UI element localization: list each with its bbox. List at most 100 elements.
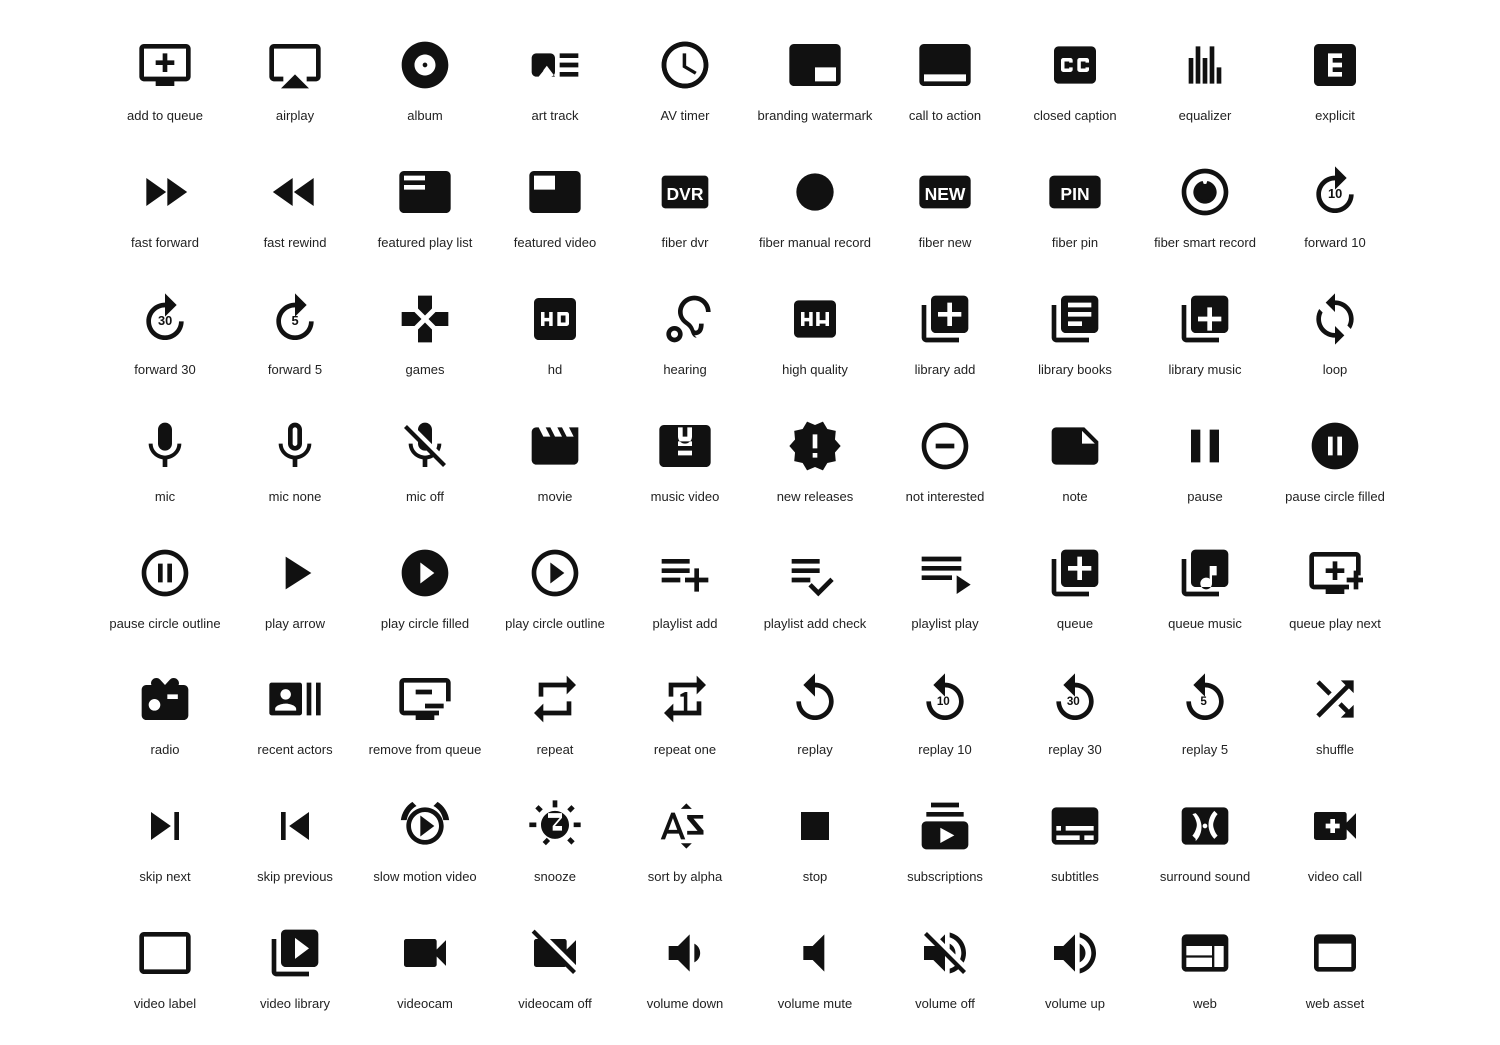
- icon-cell-av-timer: AV timer: [620, 20, 750, 137]
- icon-cell-repeat: repeat: [490, 654, 620, 771]
- note-icon: [1040, 411, 1110, 481]
- mic-off-icon: [390, 411, 460, 481]
- icon-cell-queue-music: queue music: [1140, 528, 1270, 645]
- mic-label: mic: [155, 489, 175, 506]
- icon-cell-games: games: [360, 274, 490, 391]
- icon-cell-video-label: video label: [100, 908, 230, 1025]
- slow-motion-video-label: slow motion video: [373, 869, 476, 886]
- equalizer-icon: [1170, 30, 1240, 100]
- forward-10-label: forward 10: [1304, 235, 1365, 252]
- playlist-add-label: playlist add: [652, 616, 717, 633]
- icon-cell-add-to-queue: add to queue: [100, 20, 230, 137]
- play-circle-outline-icon: [520, 538, 590, 608]
- fiber-manual-record-icon: [780, 157, 850, 227]
- svg-text:10: 10: [1328, 186, 1342, 201]
- icon-cell-hearing: hearing: [620, 274, 750, 391]
- hearing-label: hearing: [663, 362, 706, 379]
- icon-cell-closed-caption: closed caption: [1010, 20, 1140, 137]
- icon-cell-fast-rewind: fast rewind: [230, 147, 360, 264]
- volume-off-label: volume off: [915, 996, 975, 1013]
- replay-label: replay: [797, 742, 832, 759]
- art-track-label: art track: [532, 108, 579, 125]
- high-quality-icon: [780, 284, 850, 354]
- icon-cell-mic-off: mic off: [360, 401, 490, 518]
- fiber-new-label: fiber new: [919, 235, 972, 252]
- web-label: web: [1193, 996, 1217, 1013]
- radio-icon: [130, 664, 200, 734]
- svg-text:10: 10: [937, 695, 950, 708]
- volume-up-label: volume up: [1045, 996, 1105, 1013]
- add-to-queue-icon: [130, 30, 200, 100]
- hd-icon: [520, 284, 590, 354]
- airplay-icon: [260, 30, 330, 100]
- snooze-label: snooze: [534, 869, 576, 886]
- queue-play-next-label: queue play next: [1289, 616, 1381, 633]
- slow-motion-video-icon: [390, 791, 460, 861]
- icon-cell-loop: loop: [1270, 274, 1400, 391]
- volume-up-icon: [1040, 918, 1110, 988]
- queue-play-next-icon: [1300, 538, 1370, 608]
- skip-next-label: skip next: [139, 869, 190, 886]
- library-add-icon: [910, 284, 980, 354]
- fiber-new-icon: NEW: [910, 157, 980, 227]
- closed-caption-label: closed caption: [1033, 108, 1116, 125]
- queue-music-icon: [1170, 538, 1240, 608]
- shuffle-icon: [1300, 664, 1370, 734]
- pause-circle-filled-icon: [1300, 411, 1370, 481]
- playlist-add-check-label: playlist add check: [764, 616, 867, 633]
- icon-cell-video-call: video call: [1270, 781, 1400, 898]
- icon-cell-not-interested: not interested: [880, 401, 1010, 518]
- repeat-one-icon: [650, 664, 720, 734]
- icon-cell-web: web: [1140, 908, 1270, 1025]
- featured-play-list-icon: [390, 157, 460, 227]
- svg-text:30: 30: [1067, 695, 1080, 708]
- fiber-smart-record-icon: [1170, 157, 1240, 227]
- icon-cell-playlist-play: playlist play: [880, 528, 1010, 645]
- svg-text:DVR: DVR: [667, 184, 704, 204]
- video-label-label: video label: [134, 996, 196, 1013]
- subtitles-label: subtitles: [1051, 869, 1099, 886]
- svg-text:5: 5: [292, 313, 299, 328]
- icon-cell-shuffle: shuffle: [1270, 654, 1400, 771]
- closed-caption-icon: [1040, 30, 1110, 100]
- icon-cell-equalizer: equalizer: [1140, 20, 1270, 137]
- icon-cell-pause-circle-outline: pause circle outline: [100, 528, 230, 645]
- icon-cell-replay-30: 30 replay 30: [1010, 654, 1140, 771]
- icon-cell-featured-play-list: featured play list: [360, 147, 490, 264]
- icon-cell-forward-10: 10 forward 10: [1270, 147, 1400, 264]
- icon-cell-sort-by-alpha: sort by alpha: [620, 781, 750, 898]
- subscriptions-icon: [910, 791, 980, 861]
- movie-icon: [520, 411, 590, 481]
- mic-none-icon: [260, 411, 330, 481]
- fast-rewind-label: fast rewind: [264, 235, 327, 252]
- playlist-play-icon: [910, 538, 980, 608]
- volume-mute-label: volume mute: [778, 996, 852, 1013]
- fast-forward-label: fast forward: [131, 235, 199, 252]
- icon-cell-movie: movie: [490, 401, 620, 518]
- videocam-label: videocam: [397, 996, 453, 1013]
- icon-cell-note: note: [1010, 401, 1140, 518]
- web-icon: [1170, 918, 1240, 988]
- fiber-smart-record-label: fiber smart record: [1154, 235, 1256, 252]
- call-to-action-icon: [910, 30, 980, 100]
- icon-cell-surround-sound: surround sound: [1140, 781, 1270, 898]
- queue-label: queue: [1057, 616, 1093, 633]
- play-arrow-label: play arrow: [265, 616, 325, 633]
- pause-circle-outline-icon: [130, 538, 200, 608]
- fiber-pin-label: fiber pin: [1052, 235, 1098, 252]
- featured-video-label: featured video: [514, 235, 596, 252]
- icon-cell-videocam: videocam: [360, 908, 490, 1025]
- fiber-manual-record-label: fiber manual record: [759, 235, 871, 252]
- icon-cell-fiber-manual-record: fiber manual record: [750, 147, 880, 264]
- forward-30-label: forward 30: [134, 362, 195, 379]
- airplay-label: airplay: [276, 108, 314, 125]
- play-circle-filled-label: play circle filled: [381, 616, 469, 633]
- icon-cell-airplay: airplay: [230, 20, 360, 137]
- high-quality-label: high quality: [782, 362, 848, 379]
- games-label: games: [405, 362, 444, 379]
- new-releases-icon: [780, 411, 850, 481]
- skip-next-icon: [130, 791, 200, 861]
- icon-cell-high-quality: high quality: [750, 274, 880, 391]
- icon-cell-replay-10: 10 replay 10: [880, 654, 1010, 771]
- icon-cell-art-track: art track: [490, 20, 620, 137]
